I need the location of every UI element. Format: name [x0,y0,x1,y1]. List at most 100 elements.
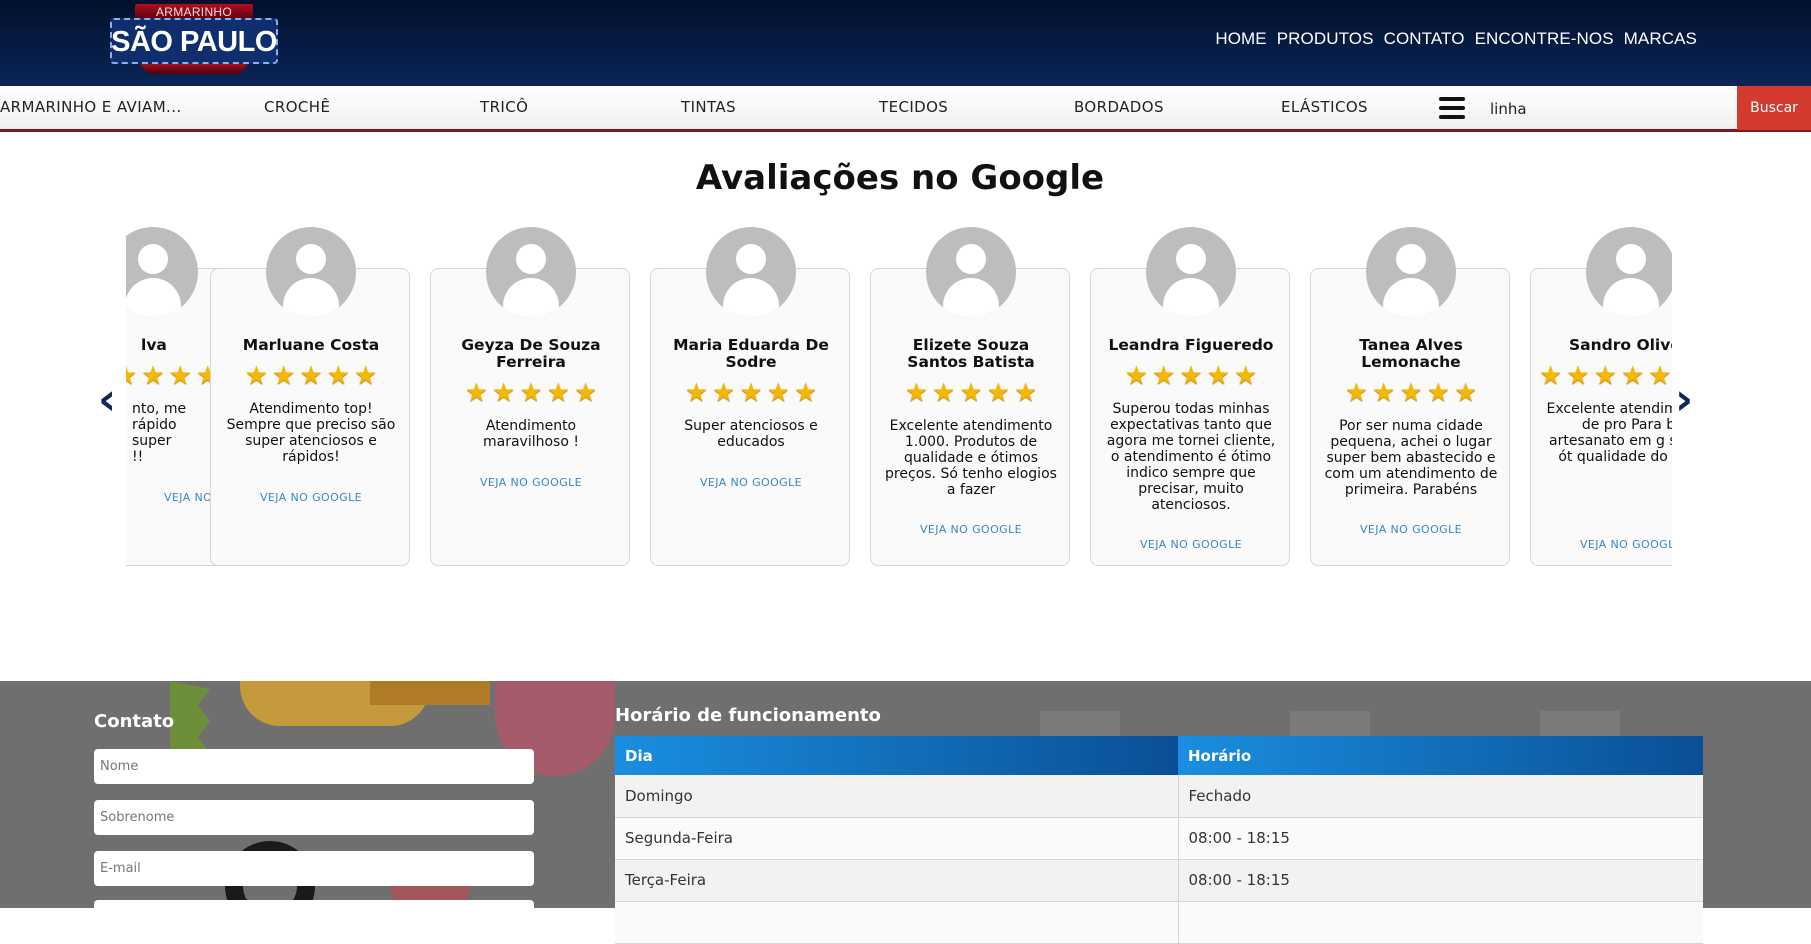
star-icon: ★ [1206,361,1230,391]
avatar-icon [486,227,576,317]
category-bordados[interactable]: BORDADOS [1074,98,1164,116]
review-google-link[interactable]: VEJA NO GOOGLE [1580,538,1672,551]
star-icon: ★ [1013,378,1038,408]
star-icon: ★ [1620,361,1645,391]
avatar-icon [926,227,1016,317]
nav-encontre-nos[interactable]: ENCONTRE-NOS [1475,29,1614,49]
chevron-left-icon[interactable]: ‹ [98,378,122,422]
reviewer-name: Geyza De Souza Ferreira [461,336,601,371]
review-text: Superou todas minhas expectativas tanto … [1106,401,1276,513]
nav-home[interactable]: HOME [1215,29,1266,49]
reviews-title: Avaliações no Google [695,158,1105,198]
hours-day: Domingo [615,775,1179,818]
star-rating: ★★★★★ [651,379,851,407]
star-icon: ★ [1566,361,1590,391]
contact-title: Contato [94,711,175,732]
star-icon: ★ [1539,361,1563,391]
nav-marcas[interactable]: MARCAS [1624,29,1697,49]
star-icon: ★ [959,378,983,408]
nav-produtos[interactable]: PRODUTOS [1277,29,1374,49]
review-card: Tanea Alves Lemonache ★ ★ ★ ★ ★ Por ser numa… [1310,227,1511,566]
last-name-field[interactable] [94,800,534,835]
hours-title: Horário de funcionamento [615,705,881,726]
reviewer-name: Elizete Souza Santos Batista [907,336,1035,371]
decorative-tape [370,681,490,705]
star-icon: ★ [766,378,790,408]
reviewer-name: Marluane Costa [242,336,380,354]
star-icon: ★ [244,361,269,391]
star-icon: ★ [546,378,570,408]
star-icon: ★ [1399,378,1423,408]
star-icon: ★ [1179,361,1203,391]
table-row: Domingo Fechado [615,775,1703,818]
reviewer-name: Tanea Alves Lemonache [1359,336,1463,371]
star-rating: ★★★★★ [1311,379,1511,407]
star-icon: ★ [519,378,543,408]
star-icon: ★ [141,361,165,391]
hours-day [615,901,1179,944]
star-icon: ★ [793,378,818,408]
chevron-right-icon[interactable]: › [1675,378,1699,422]
category-armarinho[interactable]: ARMARINHO E AVIAM... [0,98,182,116]
email-field[interactable] [94,851,534,886]
star-icon: ★ [272,361,296,391]
star-rating: ★★★★★ [871,379,1071,407]
star-rating: ★★★★★ [211,362,411,390]
review-google-link[interactable]: VEJA NO GOOGLE [651,476,851,489]
review-text: Atendimento maravilhoso ! [483,418,579,450]
star-icon: ★ [1152,361,1176,391]
avatar-icon [1146,227,1236,317]
table-row: Terça-Feira 08:00 - 18:15 [615,859,1703,902]
avatar-icon [706,227,796,317]
hours-time: Fechado [1178,775,1703,818]
search-button[interactable]: Buscar [1737,86,1811,130]
main-nav: HOME PRODUTOS CONTATO ENCONTRE-NOS MARCA… [1215,29,1697,49]
review-card: Geyza De Souza Ferreira ★ ★ ★ ★ ★ Atendiment… [430,227,631,566]
review-google-link[interactable]: VEJA NO GOOGLE [1091,538,1291,551]
review-google-link[interactable]: VEJA NO GOOGLE [1311,523,1511,536]
star-rating: ★★★★★ [431,379,631,407]
category-elasticos[interactable]: ELÁSTICOS [1281,98,1368,116]
star-icon: ★ [299,361,323,391]
review-card: Marluane Costa ★ ★ ★ ★ ★ Atendimento top! Se… [210,227,411,566]
star-icon: ★ [464,378,489,408]
hours-day: Segunda-Feira [615,817,1179,860]
review-google-link[interactable]: VEJA NO GOOGLE [211,491,411,504]
category-trico[interactable]: TRICÔ [480,98,528,116]
reviewer-name: Maria Eduarda De Sodre [673,336,829,371]
logo-top-text: ARMARINHO [155,5,233,19]
star-icon: ★ [739,378,763,408]
category-tintas[interactable]: TINTAS [681,98,736,116]
category-croche[interactable]: CROCHÊ [264,98,330,116]
review-text: Por ser numa cidade pequena, achei o lug… [1324,418,1498,498]
avatar-icon [1366,227,1456,317]
avatar-icon [1586,227,1672,317]
first-name-field[interactable] [94,749,534,784]
review-google-link[interactable]: VEJA NO GOOGLE [431,476,631,489]
hamburger-menu-icon[interactable] [1439,97,1465,121]
star-icon: ★ [1426,378,1450,408]
reviewer-name: Leandra Figueredo [1108,336,1274,354]
star-icon: ★ [573,378,598,408]
phone-field[interactable] [94,900,534,935]
avatar-icon [266,227,356,317]
category-tecidos[interactable]: TECIDOS [879,98,948,116]
hours-header-time: Horário [1178,736,1703,775]
site-logo[interactable]: ARMARINHO SÃO PAULO [110,4,278,74]
star-icon: ★ [1124,361,1149,391]
reviewer-name: Sandro Olive [1569,336,1672,354]
star-rating: ★★★★★ [1091,362,1291,390]
logo-tail [140,64,248,74]
review-google-link[interactable]: VEJA NO GOOGLE [871,523,1071,536]
star-rating: ★★★★★ [1537,362,1672,390]
nav-contato[interactable]: CONTATO [1384,29,1465,49]
business-hours-table: Dia Horário Domingo Fechado Segunda-Feir… [615,736,1703,944]
review-card: Elizete Souza Santos Batista ★ ★ ★ ★ ★ Excel… [870,227,1071,566]
reviews-carousel: lva ★★★★★ nto, me rápido super !! VEJA N… [126,225,1672,570]
table-row: Segunda-Feira 08:00 - 18:15 [615,817,1703,860]
star-icon: ★ [1372,378,1396,408]
search-input[interactable] [1482,90,1737,128]
star-icon: ★ [168,361,192,391]
star-icon: ★ [1344,378,1369,408]
top-header: ARMARINHO SÃO PAULO HOME PRODUTOS CONTAT… [0,0,1811,86]
